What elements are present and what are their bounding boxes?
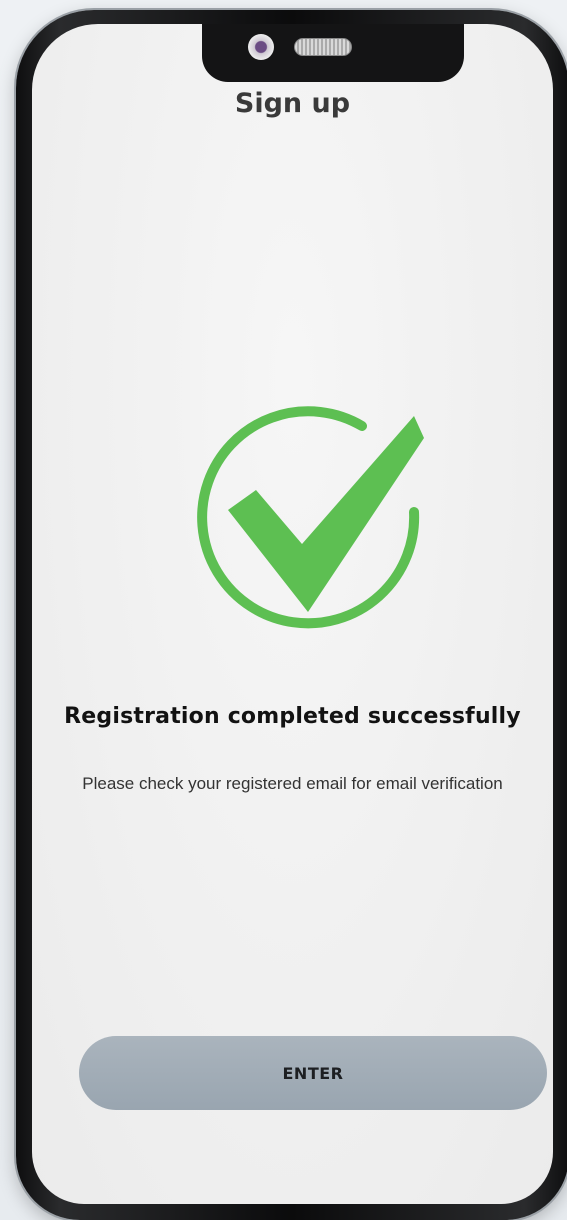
verification-message: Please check your registered email for e… xyxy=(82,774,503,793)
phone-screen: Sign up Registration completed successfu… xyxy=(32,24,553,1204)
success-title: Registration completed successfully xyxy=(64,704,521,729)
success-check-icon xyxy=(192,386,440,636)
speaker-icon xyxy=(294,38,352,56)
camera-icon xyxy=(248,34,274,60)
page-title: Sign up xyxy=(234,88,351,119)
scene-background: Sign up Registration completed successfu… xyxy=(0,0,567,1220)
phone-frame: Sign up Registration completed successfu… xyxy=(16,10,567,1220)
enter-button[interactable]: ENTER xyxy=(79,1036,547,1110)
phone-notch xyxy=(202,24,464,82)
